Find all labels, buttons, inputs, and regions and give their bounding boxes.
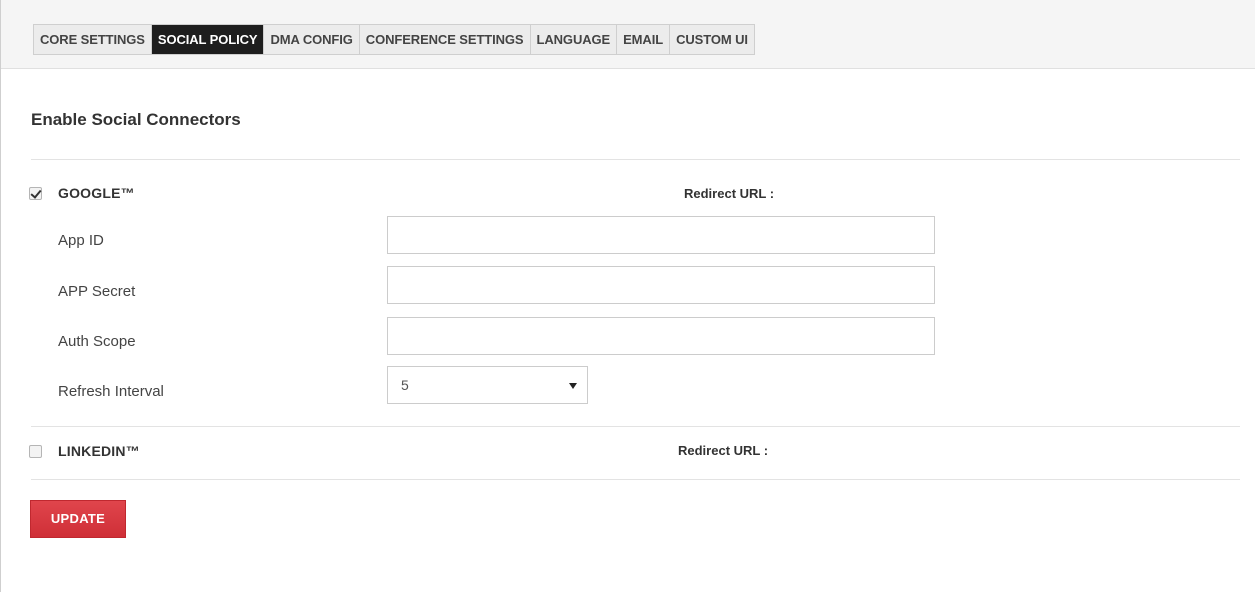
app-id-label: App ID	[58, 232, 104, 249]
tab-custom-ui[interactable]: CUSTOM UI	[670, 25, 754, 54]
refresh-interval-value: 5	[401, 377, 409, 393]
refresh-interval-select[interactable]: 5	[387, 366, 588, 404]
google-redirect-url-label: Redirect URL :	[684, 186, 775, 201]
app-id-input[interactable]	[387, 216, 935, 254]
app-secret-input[interactable]	[387, 266, 935, 304]
section-divider	[31, 159, 1240, 160]
google-connector-row: GOOGLE™	[29, 185, 135, 201]
google-divider	[31, 426, 1240, 427]
tab-list: CORE SETTINGS SOCIAL POLICY DMA CONFIG C…	[33, 24, 755, 55]
google-connector-name: GOOGLE™	[58, 185, 135, 201]
tab-bar: CORE SETTINGS SOCIAL POLICY DMA CONFIG C…	[1, 0, 1255, 69]
tab-language[interactable]: LANGUAGE	[531, 25, 618, 54]
section-title: Enable Social Connectors	[31, 110, 241, 129]
linkedin-divider	[31, 479, 1240, 480]
auth-scope-label: Auth Scope	[58, 333, 136, 350]
settings-page: CORE SETTINGS SOCIAL POLICY DMA CONFIG C…	[0, 0, 1255, 592]
app-secret-label: APP Secret	[58, 283, 136, 300]
tab-conference-settings[interactable]: CONFERENCE SETTINGS	[360, 25, 531, 54]
dropdown-arrow-icon	[569, 383, 577, 389]
linkedin-enable-checkbox[interactable]	[29, 444, 42, 458]
auth-scope-input[interactable]	[387, 317, 935, 355]
google-enable-checkbox[interactable]	[29, 186, 42, 200]
update-button[interactable]: UPDATE	[30, 500, 126, 538]
tab-core-settings[interactable]: CORE SETTINGS	[34, 25, 152, 54]
linkedin-connector-name: LINKEDIN™	[58, 443, 140, 459]
linkedin-connector-row: LINKEDIN™	[29, 443, 140, 459]
tab-dma-config[interactable]: DMA CONFIG	[264, 25, 360, 54]
refresh-interval-label: Refresh Interval	[58, 383, 164, 400]
linkedin-redirect-url-label: Redirect URL :	[678, 443, 769, 458]
tab-social-policy[interactable]: SOCIAL POLICY	[151, 25, 265, 54]
tab-email[interactable]: EMAIL	[617, 25, 671, 54]
